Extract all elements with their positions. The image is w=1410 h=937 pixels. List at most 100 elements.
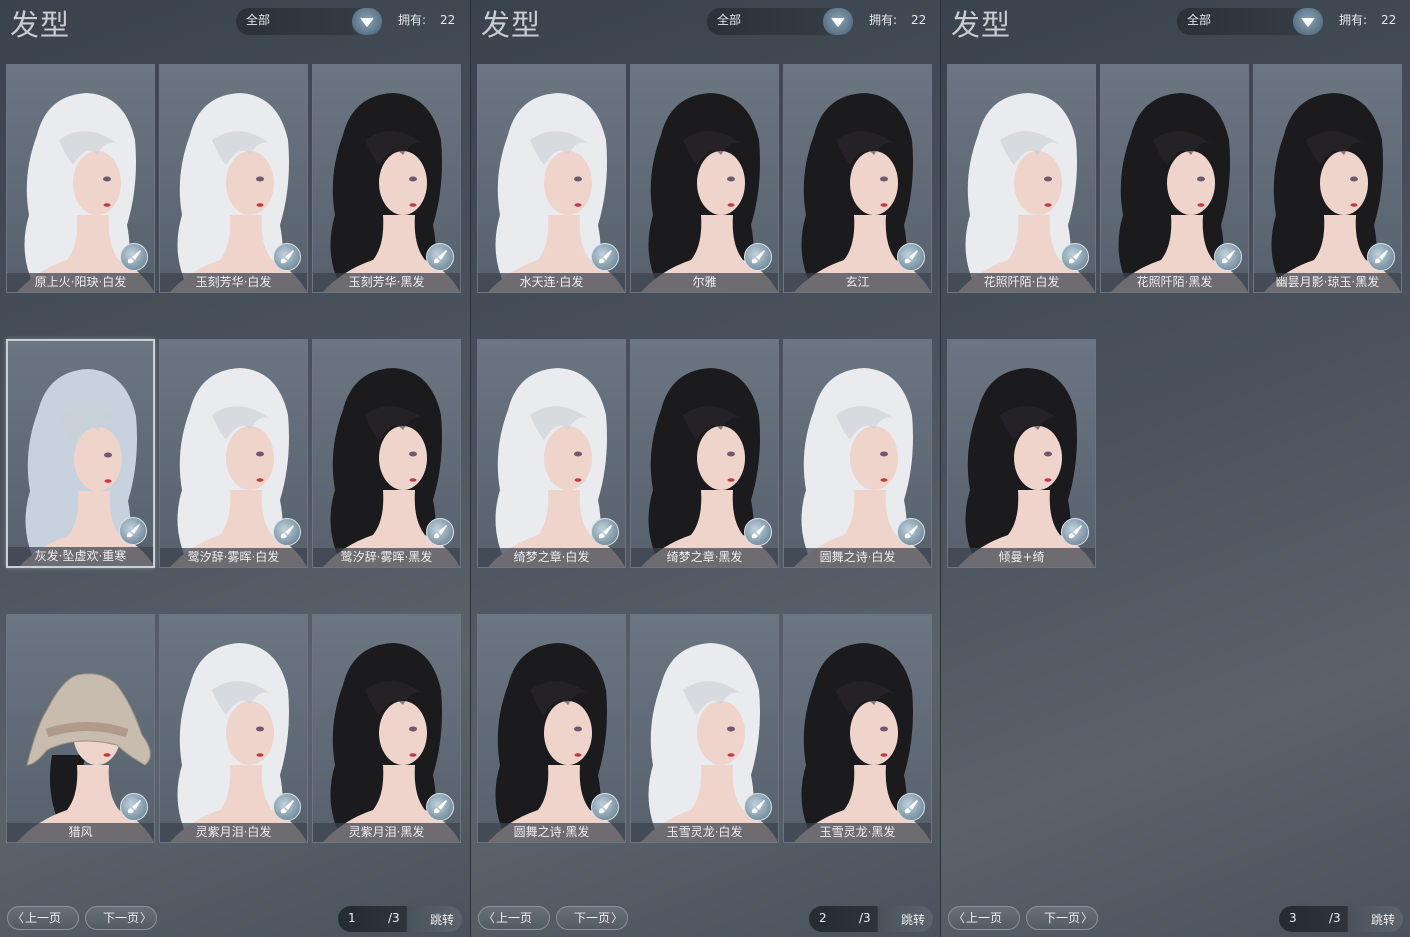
category-filter-dropdown[interactable]: 全部: [707, 8, 853, 35]
hairstyle-grid: 水天连·白发 尔雅 玄江 绮梦之章·白发 绮梦之章·黑发 圆舞之诗·白发 圆舞之诗·黑发 玉雪…: [477, 64, 937, 844]
hairstyle-card[interactable]: 花照阡陌·黑发: [1100, 64, 1249, 293]
hairstyle-name: 玉刻芳华·白发: [160, 273, 307, 292]
category-filter-dropdown[interactable]: 全部: [236, 8, 382, 35]
next-page-label: 下一页: [573, 911, 610, 925]
hairstyle-grid: 花照阡陌·白发 花照阡陌·黑发 幽昙月影·琼玉·黑发倾曼+绮: [947, 64, 1407, 844]
chevron-down-icon[interactable]: [823, 8, 853, 35]
dye-brush-icon[interactable]: [119, 517, 147, 545]
dye-brush-icon[interactable]: [120, 243, 148, 271]
category-filter-dropdown[interactable]: 全部: [1177, 8, 1323, 35]
dye-brush-icon[interactable]: [273, 243, 301, 271]
hairstyle-name: 鹭汐辞·雾晖·白发: [160, 548, 307, 567]
dye-brush-icon[interactable]: [744, 518, 772, 546]
dye-brush-icon[interactable]: [426, 793, 454, 821]
chevron-left-icon: 〈: [483, 911, 496, 925]
hairstyle-name: 尔雅: [631, 273, 778, 292]
hairstyle-card[interactable]: 玉雪灵龙·黑发: [783, 614, 932, 843]
owned-counter: 拥有: 22: [869, 11, 926, 28]
hairstyle-card[interactable]: 花照阡陌·白发: [947, 64, 1096, 293]
dye-brush-icon[interactable]: [426, 518, 454, 546]
dye-brush-icon[interactable]: [1061, 243, 1089, 271]
next-page-button[interactable]: 下一页〉: [1026, 906, 1098, 930]
chevron-right-icon: 〉: [139, 911, 152, 925]
filter-selected-value: 全部: [717, 13, 742, 27]
dye-brush-icon[interactable]: [897, 518, 925, 546]
chevron-down-icon[interactable]: [1293, 8, 1323, 35]
hairstyle-name: 玉雪灵龙·白发: [631, 823, 778, 842]
hairstyle-card[interactable]: 鹭汐辞·雾晖·黑发: [312, 339, 461, 568]
hairstyle-card[interactable]: 灵紫月泪·白发: [159, 614, 308, 843]
hairstyle-name: 玉刻芳华·黑发: [313, 273, 460, 292]
hairstyle-card[interactable]: 尔雅: [630, 64, 779, 293]
jump-button[interactable]: 跳转: [430, 911, 454, 928]
hairstyle-name: 绮梦之章·白发: [478, 548, 625, 567]
dye-brush-icon[interactable]: [1367, 243, 1395, 271]
page-number-input[interactable]: 2: [819, 911, 827, 925]
owned-count: 22: [1381, 13, 1397, 27]
hairstyle-card[interactable]: 幽昙月影·琼玉·黑发: [1253, 64, 1402, 293]
dye-brush-icon[interactable]: [591, 793, 619, 821]
prev-page-button[interactable]: 〈上一页: [948, 906, 1020, 930]
hairstyle-card[interactable]: 水天连·白发: [477, 64, 626, 293]
jump-button[interactable]: 跳转: [901, 911, 925, 928]
hairstyle-card[interactable]: 圆舞之诗·黑发: [477, 614, 626, 843]
hairstyle-name: 圆舞之诗·黑发: [478, 823, 625, 842]
dye-brush-icon[interactable]: [426, 243, 454, 271]
filter-selected-value: 全部: [1187, 13, 1212, 27]
prev-page-label: 上一页: [24, 911, 61, 925]
dye-brush-icon[interactable]: [591, 518, 619, 546]
dye-brush-icon[interactable]: [120, 793, 148, 821]
owned-counter: 拥有: 22: [1339, 11, 1396, 28]
hairstyle-card[interactable]: 玉雪灵龙·白发: [630, 614, 779, 843]
prev-page-button[interactable]: 〈上一页: [7, 906, 79, 930]
hairstyle-card[interactable]: 原上火·阳玦·白发: [6, 64, 155, 293]
hairstyle-name: 灵紫月泪·黑发: [313, 823, 460, 842]
hairstyle-name: 花照阡陌·黑发: [1101, 273, 1248, 292]
panel-title: 发型: [481, 8, 542, 42]
jump-button[interactable]: 跳转: [1371, 911, 1395, 928]
page-jump-box: 3 /3 跳转: [1279, 906, 1403, 932]
filter-selected-value: 全部: [246, 13, 271, 27]
dye-brush-icon[interactable]: [744, 793, 772, 821]
hairstyle-wardrobe: 发型 全部 拥有: 22 原上火·阳玦·白发 玉刻芳华·白发 玉刻芳华·黑发 灰发·坠虚…: [0, 0, 1410, 937]
page-number-input[interactable]: 1: [348, 911, 356, 925]
hairstyle-card[interactable]: 灵紫月泪·黑发: [312, 614, 461, 843]
hairstyle-name: 灰发·坠虚欢·重寒: [8, 547, 153, 566]
dye-brush-icon[interactable]: [273, 793, 301, 821]
hairstyle-name: 玉雪灵龙·黑发: [784, 823, 931, 842]
hairstyle-name: 原上火·阳玦·白发: [7, 273, 154, 292]
hairstyle-grid: 原上火·阳玦·白发 玉刻芳华·白发 玉刻芳华·黑发灰发·坠虚欢·重寒 鹭汐辞·雾晖·白…: [6, 64, 466, 844]
hairstyle-card[interactable]: 玉刻芳华·黑发: [312, 64, 461, 293]
prev-page-button[interactable]: 〈上一页: [478, 906, 550, 930]
dye-brush-icon[interactable]: [897, 243, 925, 271]
hairstyle-panel-3: 发型 全部 拥有: 22 花照阡陌·白发 花照阡陌·黑发 幽昙月影·琼玉·黑发 倾曼+绮…: [940, 0, 1410, 937]
hairstyle-card[interactable]: 绮梦之章·黑发: [630, 339, 779, 568]
hairstyle-name: 灵紫月泪·白发: [160, 823, 307, 842]
hairstyle-card[interactable]: 灰发·坠虚欢·重寒: [6, 339, 155, 568]
next-page-button[interactable]: 下一页〉: [556, 906, 628, 930]
hairstyle-card[interactable]: 倾曼+绮: [947, 339, 1096, 568]
page-total: /3: [1329, 911, 1341, 925]
hairstyle-card[interactable]: 玄江: [783, 64, 932, 293]
hairstyle-card[interactable]: 猎风: [6, 614, 155, 843]
next-page-button[interactable]: 下一页〉: [85, 906, 157, 930]
chevron-left-icon: 〈: [12, 911, 25, 925]
dye-brush-icon[interactable]: [591, 243, 619, 271]
page-number-input[interactable]: 3: [1289, 911, 1297, 925]
dye-brush-icon[interactable]: [1214, 243, 1242, 271]
prev-page-label: 上一页: [495, 911, 532, 925]
hairstyle-card[interactable]: 玉刻芳华·白发: [159, 64, 308, 293]
dye-brush-icon[interactable]: [1061, 518, 1089, 546]
hairstyle-name: 猎风: [7, 823, 154, 842]
hairstyle-card[interactable]: 鹭汐辞·雾晖·白发: [159, 339, 308, 568]
dye-brush-icon[interactable]: [744, 243, 772, 271]
owned-label: 拥有:: [869, 13, 898, 27]
owned-count: 22: [440, 13, 456, 27]
dye-brush-icon[interactable]: [273, 518, 301, 546]
page-jump-box: 2 /3 跳转: [809, 906, 933, 932]
hairstyle-card[interactable]: 绮梦之章·白发: [477, 339, 626, 568]
chevron-right-icon: 〉: [610, 911, 623, 925]
dye-brush-icon[interactable]: [897, 793, 925, 821]
chevron-down-icon[interactable]: [352, 8, 382, 35]
hairstyle-card[interactable]: 圆舞之诗·白发: [783, 339, 932, 568]
